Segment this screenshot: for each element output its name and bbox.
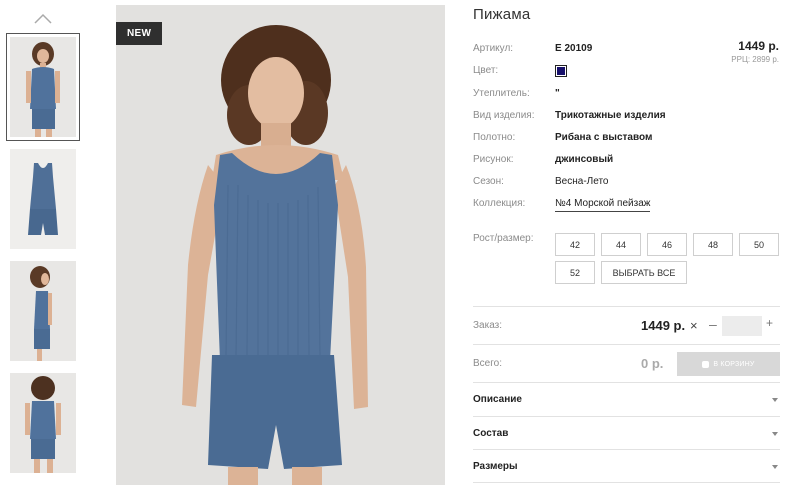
attr-label-season: Сезон: — [473, 176, 504, 187]
thumbnail-2[interactable] — [10, 149, 76, 249]
accordion-title: Состав — [473, 428, 509, 439]
size-button-46[interactable]: 46 — [647, 233, 687, 256]
sizes-label: Рост/размер: — [473, 233, 534, 244]
attr-value-season: Весна-Лето — [555, 176, 609, 187]
size-button-44[interactable]: 44 — [601, 233, 641, 256]
thumbnail-1[interactable] — [6, 33, 80, 141]
attr-label-product-type: Вид изделия: — [473, 110, 535, 121]
divider — [473, 306, 780, 307]
attr-label-fabric: Полотно: — [473, 132, 516, 143]
attr-value-insulation: " — [555, 88, 560, 99]
select-all-sizes-button[interactable]: ВЫБРАТЬ ВСЕ — [601, 261, 687, 284]
times-icon: × — [690, 318, 698, 333]
attr-value-article: Е 20109 — [555, 43, 593, 54]
chevron-down-icon — [772, 464, 778, 469]
new-badge: NEW — [116, 22, 163, 45]
accordion-title: Размеры — [473, 461, 518, 472]
product-price: 1449 р. — [738, 39, 779, 53]
accordion-sizes[interactable]: Размеры — [473, 450, 780, 483]
order-price: 1449 р. — [641, 318, 686, 333]
attr-label-insulation: Утеплитель: — [473, 88, 530, 99]
size-button-48[interactable]: 48 — [693, 233, 733, 256]
collection-link[interactable]: №4 Морской пейзаж — [555, 198, 651, 212]
quantity-input[interactable] — [722, 316, 762, 336]
attr-value-pattern: джинсовый — [555, 154, 614, 165]
accordion-description[interactable]: Описание — [473, 383, 780, 416]
quantity-increase-button[interactable]: + — [766, 316, 773, 330]
product-main-image[interactable]: NEW — [116, 5, 445, 485]
quantity-decrease-button[interactable]: – — [709, 316, 717, 332]
attr-value-product-type: Трикотажные изделия — [555, 110, 666, 121]
accordion-title: Описание — [473, 394, 522, 405]
size-button-42[interactable]: 42 — [555, 233, 595, 256]
thumbnail-4[interactable] — [10, 373, 76, 473]
divider — [473, 482, 780, 483]
accordion-composition[interactable]: Состав — [473, 417, 780, 450]
total-label: Всего: — [473, 358, 502, 369]
thumbnail-3[interactable] — [10, 261, 76, 361]
cart-icon — [702, 360, 710, 368]
attr-label-pattern: Рисунок: — [473, 154, 514, 165]
add-to-cart-button[interactable]: В КОРЗИНУ — [677, 352, 780, 376]
product-title: Пижама — [473, 6, 531, 23]
add-to-cart-label: В КОРЗИНУ — [713, 360, 755, 368]
attr-label-color: Цвет: — [473, 65, 499, 76]
attr-value-fabric: Рибана с выставом — [555, 132, 653, 143]
attr-label-article: Артикул: — [473, 43, 514, 54]
size-button-50[interactable]: 50 — [739, 233, 779, 256]
total-value: 0 р. — [641, 356, 664, 371]
order-label: Заказ: — [473, 320, 503, 331]
size-button-52[interactable]: 52 — [555, 261, 595, 284]
color-swatch[interactable] — [555, 65, 567, 77]
divider — [473, 344, 780, 345]
recommended-retail-price: РРЦ: 2899 р. — [731, 55, 779, 64]
chevron-down-icon — [772, 431, 778, 436]
chevron-down-icon — [772, 397, 778, 402]
color-swatch-fill — [557, 67, 565, 75]
chevron-up-icon[interactable] — [33, 11, 53, 25]
attr-label-collection: Коллекция: — [473, 198, 526, 209]
